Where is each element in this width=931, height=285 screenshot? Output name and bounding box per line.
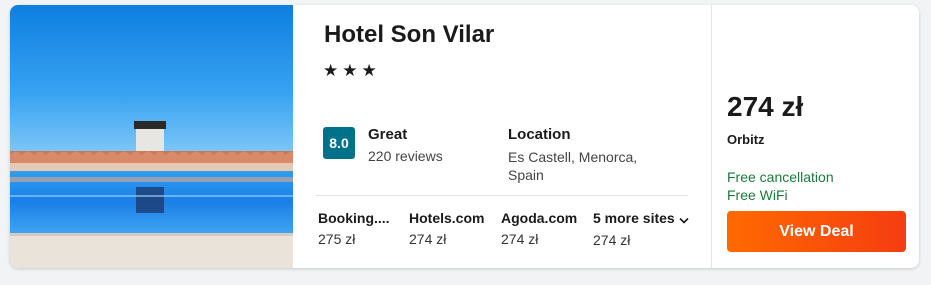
site-name: Booking.... <box>318 210 390 226</box>
site-price: 274 zł <box>501 231 539 247</box>
hotel-card[interactable]: Hotel Son Vilar ★★★ 8.0 Great 220 review… <box>10 5 919 268</box>
site-offer-agoda[interactable]: Agoda.com 274 zł <box>501 210 577 247</box>
site-price: 274 zł <box>593 232 631 249</box>
divider <box>316 195 688 196</box>
location-value: Es Castell, Menorca, Spain <box>508 149 638 183</box>
hotel-photo[interactable] <box>10 5 293 268</box>
site-name: Hotels.com <box>409 210 485 226</box>
site-offer-booking[interactable]: Booking.... 275 zł <box>318 210 390 247</box>
site-offer-hotels[interactable]: Hotels.com 274 zł <box>409 210 484 247</box>
feature-free-wifi: Free WiFi <box>727 187 788 203</box>
deal-panel: 274 zł Orbitz Free cancellation Free WiF… <box>712 5 919 268</box>
site-price: 275 zł <box>318 231 356 247</box>
view-deal-button[interactable]: View Deal <box>727 211 906 252</box>
star-rating-icon: ★★★ <box>323 61 381 80</box>
deal-price: 274 zł <box>727 91 804 122</box>
site-name: Agoda.com <box>501 210 578 226</box>
deal-provider: Orbitz <box>727 132 765 147</box>
more-sites-label: 5 more sites <box>593 210 675 226</box>
feature-free-cancellation: Free cancellation <box>727 169 834 185</box>
location-label: Location <box>508 126 571 143</box>
chevron-down-icon <box>679 211 689 227</box>
rating-label: Great <box>368 126 408 143</box>
review-score-badge: 8.0 <box>323 127 355 159</box>
site-price: 274 zł <box>409 231 447 247</box>
hotel-name[interactable]: Hotel Son Vilar <box>324 21 494 49</box>
more-sites-dropdown[interactable]: 5 more sites 274 zł <box>593 210 689 248</box>
hotel-details: Hotel Son Vilar ★★★ 8.0 Great 220 review… <box>293 5 711 268</box>
review-count[interactable]: 220 reviews <box>368 148 443 164</box>
